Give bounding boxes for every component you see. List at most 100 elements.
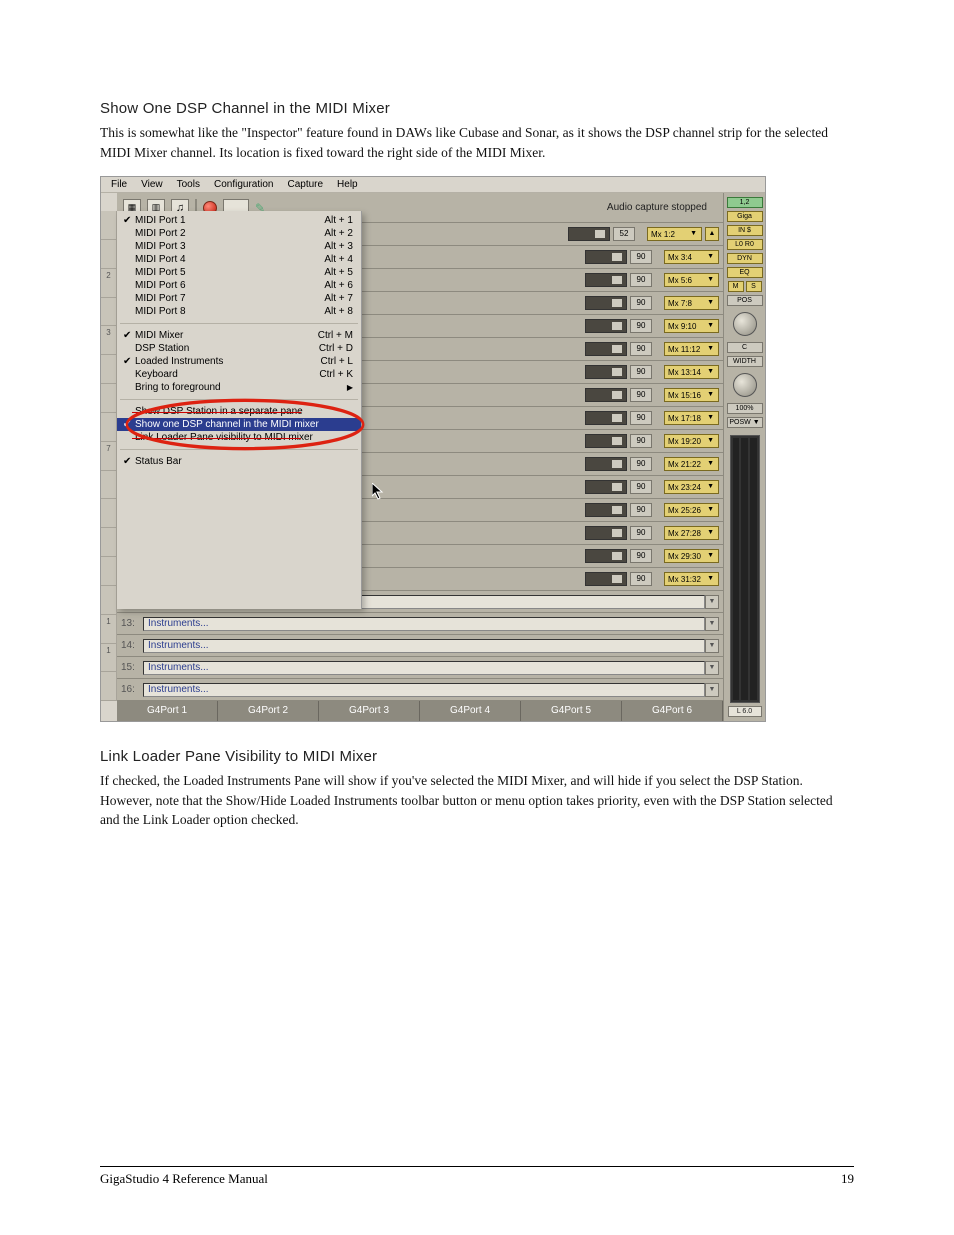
routing-button[interactable]: Mx 13:14 ▼ [664, 365, 719, 379]
pan-control[interactable] [585, 273, 627, 287]
dropdown-caret-icon: ▼ [706, 251, 715, 263]
dsp-label-dyn[interactable]: DYN [727, 253, 763, 264]
instrument-field[interactable]: Instruments... [143, 683, 705, 697]
menu-view-item-2[interactable]: ✔Loaded InstrumentsCtrl + L [117, 355, 361, 368]
instrument-field[interactable]: Instruments... [143, 639, 705, 653]
knob-icon[interactable] [733, 373, 757, 397]
dsp-channel-label: 1,2 [727, 197, 763, 208]
menu-tools[interactable]: Tools [177, 179, 200, 190]
menu-opt-1[interactable]: ✔Show one DSP channel in the MIDI mixer [117, 418, 361, 431]
pan-control[interactable] [585, 526, 627, 540]
dsp-label-giga[interactable]: Giga [727, 211, 763, 222]
menu-midi-port-7[interactable]: MIDI Port 7Alt + 7 [117, 292, 361, 305]
dropdown-caret-icon: ▼ [706, 573, 715, 585]
instrument-field[interactable]: Instruments... [143, 661, 705, 675]
knob-icon[interactable] [733, 312, 757, 336]
menu-view-item-3[interactable]: KeyboardCtrl + K [117, 368, 361, 381]
menu-midi-port-6[interactable]: MIDI Port 6Alt + 6 [117, 279, 361, 292]
menu-midi-port-4[interactable]: MIDI Port 4Alt + 4 [117, 253, 361, 266]
instrument-field[interactable]: Instruments... [143, 617, 705, 631]
routing-button[interactable]: Mx 19:20 ▼ [664, 434, 719, 448]
menu-help[interactable]: Help [337, 179, 358, 190]
dsp-solo-button[interactable]: S [746, 281, 762, 292]
menu-opt-2[interactable]: Link Loader Pane visibility to MIDI mixe… [117, 431, 361, 444]
dropdown-caret-icon[interactable]: ▼ [705, 661, 719, 675]
dropdown-caret-icon[interactable]: ▼ [705, 683, 719, 697]
check-icon: ✔ [123, 419, 135, 430]
routing-button[interactable]: Mx 25:26 ▼ [664, 503, 719, 517]
section-heading-2: Link Loader Pane Visibility to MIDI Mixe… [100, 748, 854, 765]
menu-label: MIDI Mixer [135, 330, 318, 341]
menu-midi-port-8[interactable]: MIDI Port 8Alt + 8 [117, 305, 361, 318]
value-readout: 90 [630, 365, 652, 379]
pan-control[interactable] [568, 227, 610, 241]
dropdown-caret-icon: ▼ [689, 228, 698, 240]
menu-file[interactable]: File [111, 179, 127, 190]
pan-control[interactable] [585, 457, 627, 471]
routing-button[interactable]: Mx 31:32 ▼ [664, 572, 719, 586]
dsp-mute-button[interactable]: M [728, 281, 744, 292]
pan-control[interactable] [585, 503, 627, 517]
dropdown-caret-icon: ▼ [706, 435, 715, 447]
pan-control[interactable] [585, 549, 627, 563]
dsp-channel-strip: 1,2 Giga IN $ L0 R0 DYN EQ M S POS C WID… [723, 193, 765, 721]
routing-button[interactable]: Mx 11:12 ▼ [664, 342, 719, 356]
dsp-label-eq[interactable]: EQ [727, 267, 763, 278]
routing-button[interactable]: Mx 7:8 ▼ [664, 296, 719, 310]
menu-view[interactable]: View [141, 179, 163, 190]
menu-midi-port-3[interactable]: MIDI Port 3Alt + 3 [117, 240, 361, 253]
routing-button[interactable]: Mx 29:30 ▼ [664, 549, 719, 563]
menu-opt-0[interactable]: Show DSP Station in a separate pane [117, 405, 361, 418]
routing-button[interactable]: Mx 3:4 ▼ [664, 250, 719, 264]
dropdown-caret-icon[interactable]: ▼ [705, 617, 719, 631]
menu-capture[interactable]: Capture [287, 179, 323, 190]
section-heading-1: Show One DSP Channel in the MIDI Mixer [100, 100, 854, 117]
routing-button[interactable]: Mx 17:18 ▼ [664, 411, 719, 425]
routing-button[interactable]: Mx 9:10 ▼ [664, 319, 719, 333]
dsp-posw[interactable]: POSW ▼ [727, 417, 763, 428]
routing-button[interactable]: Mx 21:22 ▼ [664, 457, 719, 471]
pan-control[interactable] [585, 434, 627, 448]
instrument-index: 13: [121, 618, 143, 629]
dsp-label-ins[interactable]: IN $ [727, 225, 763, 236]
port-tab-2[interactable]: G4Port 2 [218, 701, 319, 721]
menu-status-bar[interactable]: ✔ Status Bar [117, 455, 361, 468]
pan-control[interactable] [585, 342, 627, 356]
dropdown-caret-icon: ▼ [706, 458, 715, 470]
port-tab-4[interactable]: G4Port 4 [420, 701, 521, 721]
menu-shortcut: Alt + 7 [324, 293, 353, 304]
menu-view-item-0[interactable]: ✔MIDI MixerCtrl + M [117, 329, 361, 342]
pan-control[interactable] [585, 411, 627, 425]
routing-button[interactable]: Mx 27:28 ▼ [664, 526, 719, 540]
menu-midi-port-2[interactable]: MIDI Port 2Alt + 2 [117, 227, 361, 240]
pan-control[interactable] [585, 388, 627, 402]
menu-view-item-1[interactable]: DSP StationCtrl + D [117, 342, 361, 355]
pan-control[interactable] [585, 250, 627, 264]
pan-control[interactable] [585, 480, 627, 494]
routing-button[interactable]: Mx 23:24 ▼ [664, 480, 719, 494]
port-tab-6[interactable]: G4Port 6 [622, 701, 723, 721]
routing-button[interactable]: Mx 15:16 ▼ [664, 388, 719, 402]
pan-control[interactable] [585, 319, 627, 333]
dsp-label-l0r0[interactable]: L0 R0 [727, 239, 763, 250]
menu-configuration[interactable]: Configuration [214, 179, 273, 190]
dropdown-caret-icon[interactable]: ▼ [705, 595, 719, 609]
app-body: 2 3 7 1 1 ✔MIDI Port 1Alt + 1MIDI Port 2… [101, 193, 765, 721]
menu-midi-port-1[interactable]: ✔MIDI Port 1Alt + 1 [117, 214, 361, 227]
menu-view-item-4[interactable]: Bring to foreground▶ [117, 381, 361, 394]
menu-midi-port-5[interactable]: MIDI Port 5Alt + 5 [117, 266, 361, 279]
pan-control[interactable] [585, 365, 627, 379]
routing-button[interactable]: Mx 5:6 ▼ [664, 273, 719, 287]
port-tab-1[interactable]: G4Port 1 [117, 701, 218, 721]
dropdown-caret-icon: ▼ [706, 504, 715, 516]
pan-control[interactable] [585, 296, 627, 310]
scroll-up-icon[interactable]: ▲ [705, 227, 719, 241]
value-readout: 90 [630, 549, 652, 563]
routing-button[interactable]: Mx 1:2 ▼ [647, 227, 702, 241]
menu-label: Loaded Instruments [135, 356, 320, 367]
footer-title: GigaStudio 4 Reference Manual [100, 1171, 268, 1187]
pan-control[interactable] [585, 572, 627, 586]
port-tab-5[interactable]: G4Port 5 [521, 701, 622, 721]
port-tab-3[interactable]: G4Port 3 [319, 701, 420, 721]
dropdown-caret-icon[interactable]: ▼ [705, 639, 719, 653]
